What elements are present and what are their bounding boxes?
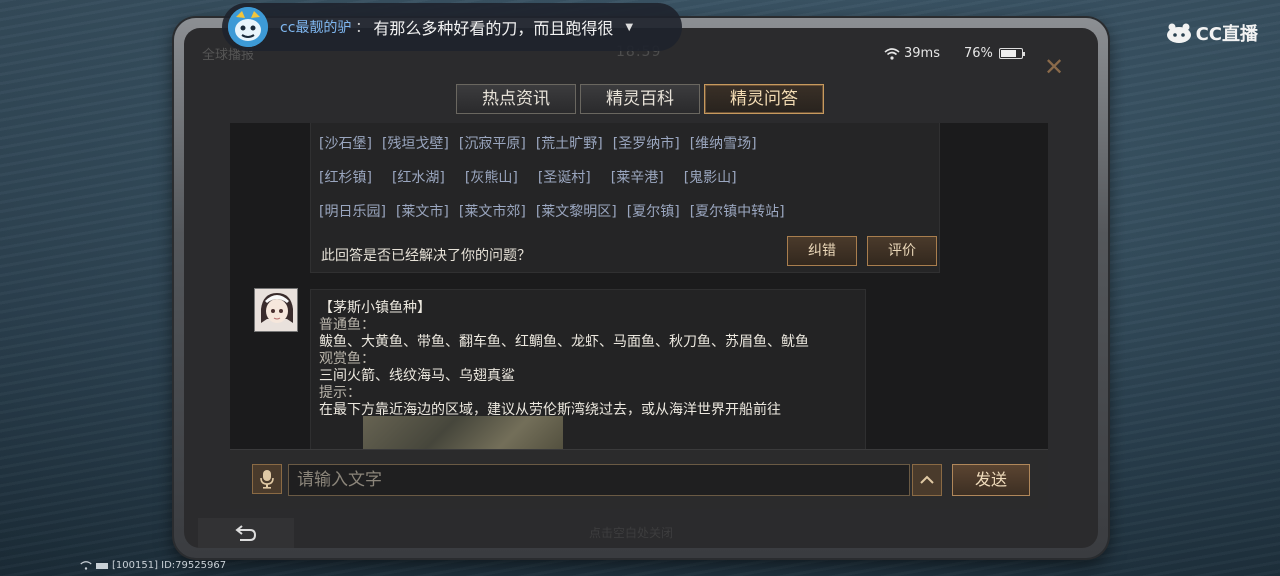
answer-label-tip: 提示： <box>319 385 361 401</box>
tab-qa[interactable]: 精灵问答 <box>704 84 824 114</box>
close-icon[interactable]: ✕ <box>1042 55 1066 80</box>
location-tag[interactable]: [夏尔镇中转站] <box>690 201 785 221</box>
chevron-down-icon[interactable]: ▼ <box>625 22 633 33</box>
answer-common-fish: 鲅鱼、大黄鱼、带鱼、翻车鱼、红鲷鱼、龙虾、马面鱼、秋刀鱼、苏眉鱼、鱿鱼 <box>319 334 809 350</box>
location-tag[interactable]: [红杉镇] <box>319 167 372 187</box>
danmaku-username[interactable]: cc最靓的驴 <box>280 17 351 37</box>
location-tag[interactable]: [明日乐园] <box>319 201 386 221</box>
send-button[interactable]: 发送 <box>952 464 1030 496</box>
wifi-icon <box>884 47 900 60</box>
danmaku-text: 有那么多种好看的刀，而且跑得很 <box>373 19 614 38</box>
room-id: [100151] ID:79525967 <box>112 560 227 571</box>
answer-ornamental-fish: 三间火箭、线纹海马、乌翅真鲨 <box>319 368 515 384</box>
answer-label-common: 普通鱼： <box>319 317 375 333</box>
location-tags-row-1: [沙石堡] [残垣戈壁] [沉寂平原] [荒土旷野] [圣罗纳市] [维纳雪场] <box>319 133 757 153</box>
answer-bubble: 【茅斯小镇鱼种】 普通鱼： 鲅鱼、大黄鱼、带鱼、翻车鱼、红鲷鱼、龙虾、马面鱼、秋… <box>310 289 866 449</box>
location-tag[interactable]: [夏尔镇] <box>627 201 680 221</box>
location-tag[interactable]: [莱文市郊] <box>459 201 526 221</box>
correct-button[interactable]: 纠错 <box>787 236 857 266</box>
battery-icon <box>96 562 108 569</box>
chat-panel: [沙石堡] [残垣戈壁] [沉寂平原] [荒土旷野] [圣罗纳市] [维纳雪场]… <box>230 123 1048 449</box>
location-tags-row-3: [明日乐园] [莱文市] [莱文市郊] [莱文黎明区] [夏尔镇] [夏尔镇中转… <box>319 201 785 221</box>
answer-label-ornamental: 观赏鱼： <box>319 351 375 367</box>
battery-status: 76% <box>964 46 1025 61</box>
location-tag[interactable]: [沉寂平原] <box>459 133 526 153</box>
cartoon-face-icon <box>228 7 268 47</box>
battery-percent: 76% <box>964 46 993 61</box>
rate-button[interactable]: 评价 <box>867 236 937 266</box>
game-tablet-frame: 全球播报 18:59 39ms 76% ✕ 热点资讯 精灵百科 精灵问答 [沙石… <box>174 18 1108 558</box>
location-tag[interactable]: [圣诞村] <box>538 167 591 187</box>
chevron-up-icon <box>920 475 934 484</box>
battery-icon <box>998 48 1025 59</box>
expand-button[interactable] <box>912 464 942 496</box>
tab-encyclopedia[interactable]: 精灵百科 <box>580 84 700 114</box>
location-tag[interactable]: [灰熊山] <box>465 167 518 187</box>
location-tag[interactable]: [鬼影山] <box>684 167 737 187</box>
tab-hot-news[interactable]: 热点资讯 <box>456 84 576 114</box>
tab-bar: 热点资讯 精灵百科 精灵问答 <box>456 84 824 114</box>
back-button[interactable] <box>198 518 294 548</box>
answer-title: 【茅斯小镇鱼种】 <box>319 300 431 316</box>
location-tag[interactable]: [莱辛港] <box>611 167 664 187</box>
cc-logo-text: CC直播 <box>1195 24 1258 45</box>
map-thumbnail[interactable] <box>363 416 563 449</box>
close-hint: 点击空白处关闭 <box>589 526 674 540</box>
location-tag[interactable]: [沙石堡] <box>319 133 372 153</box>
location-tag[interactable]: [莱文市] <box>396 201 449 221</box>
network-status: 39ms <box>884 46 940 61</box>
chat-input[interactable] <box>288 464 910 496</box>
voice-button[interactable] <box>252 464 282 494</box>
location-tags-row-2: [红杉镇] [红水湖] [灰熊山] [圣诞村] [莱辛港] [鬼影山] <box>319 167 747 187</box>
input-bar: 发送 <box>230 449 1048 509</box>
assistant-avatar <box>254 288 298 332</box>
microphone-icon <box>260 470 274 489</box>
location-tag[interactable]: [残垣戈壁] <box>382 133 449 153</box>
cc-live-logo: CC直播 <box>1166 20 1258 46</box>
location-tag[interactable]: [维纳雪场] <box>690 133 757 153</box>
bottom-bar: 点击空白处关闭 <box>184 518 1098 548</box>
location-tag[interactable]: [荒土旷野] <box>536 133 603 153</box>
feedback-question: 此回答是否已经解决了你的问题？ <box>321 248 531 264</box>
ping-value: 39ms <box>904 46 940 61</box>
location-tag[interactable]: [红水湖] <box>392 167 445 187</box>
room-info: [100151] ID:79525967 <box>80 560 226 571</box>
danmaku-message: cc最靓的驴 ： 有那么多种好看的刀，而且跑得很 ▼ <box>222 3 682 51</box>
wifi-icon <box>80 561 92 570</box>
tablet-screen: 全球播报 18:59 39ms 76% ✕ 热点资讯 精灵百科 精灵问答 [沙石… <box>184 28 1098 548</box>
previous-answer-bubble: [沙石堡] [残垣戈壁] [沉寂平原] [荒土旷野] [圣罗纳市] [维纳雪场]… <box>310 123 940 273</box>
location-tag[interactable]: [莱文黎明区] <box>536 201 617 221</box>
danmaku-separator: ： <box>355 20 370 36</box>
back-arrow-icon <box>235 525 257 541</box>
avatar-illustration <box>255 289 297 331</box>
danmaku-avatar <box>228 7 268 47</box>
cc-logo-icon <box>1166 23 1191 43</box>
location-tag[interactable]: [圣罗纳市] <box>613 133 680 153</box>
